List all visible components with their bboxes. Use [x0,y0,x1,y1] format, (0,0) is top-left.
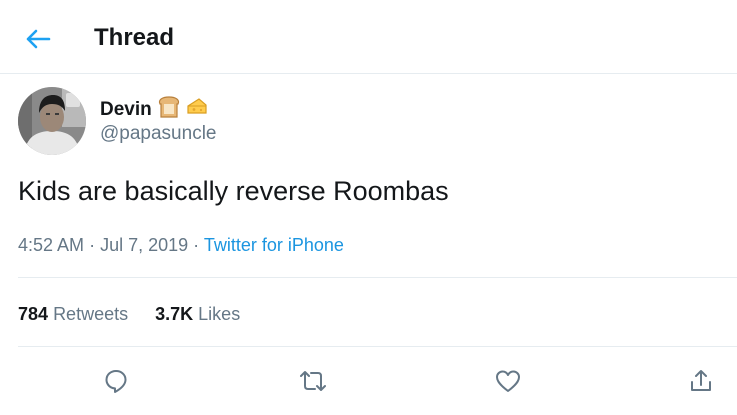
avatar[interactable] [18,87,86,155]
tweet-stats: 784 Retweets 3.7K Likes [18,302,262,326]
like-icon [496,370,520,392]
share-icon [691,370,711,391]
tweet-source-link[interactable]: Twitter for iPhone [204,235,344,255]
retweet-button[interactable] [296,364,330,398]
share-button[interactable] [684,364,718,398]
tweet-time[interactable]: 4:52 AM [18,235,84,255]
reply-icon [105,370,127,393]
likes-stat[interactable]: 3.7K Likes [155,302,240,326]
back-button[interactable] [22,24,54,54]
tweet-date[interactable]: Jul 7, 2019 [100,235,188,255]
retweets-label: Retweets [53,304,129,324]
retweets-count: 784 [18,304,49,324]
tweet-meta: 4:52 AM · Jul 7, 2019 · Twitter for iPho… [18,233,344,257]
divider [18,277,737,278]
reply-button[interactable] [99,364,133,398]
thread-header: Thread [0,0,737,74]
meta-separator: · [89,235,96,255]
retweets-stat[interactable]: 784 Retweets [18,302,128,326]
arrow-left-icon [26,29,51,49]
author-name-row[interactable]: Devin [100,96,208,124]
divider [18,346,737,347]
page-title: Thread [94,24,175,51]
cheese-emoji [186,97,208,123]
like-button[interactable] [491,364,525,398]
profile-photo [18,87,86,155]
bread-emoji [157,96,181,124]
tweet-text: Kids are basically reverse Roombas [18,176,449,206]
likes-label: Likes [198,304,241,324]
author-handle[interactable]: @papasuncle [100,123,216,145]
likes-count: 3.7K [155,304,194,324]
meta-separator: · [193,235,200,255]
author-display-name: Devin [100,99,152,120]
retweet-icon [300,371,326,391]
